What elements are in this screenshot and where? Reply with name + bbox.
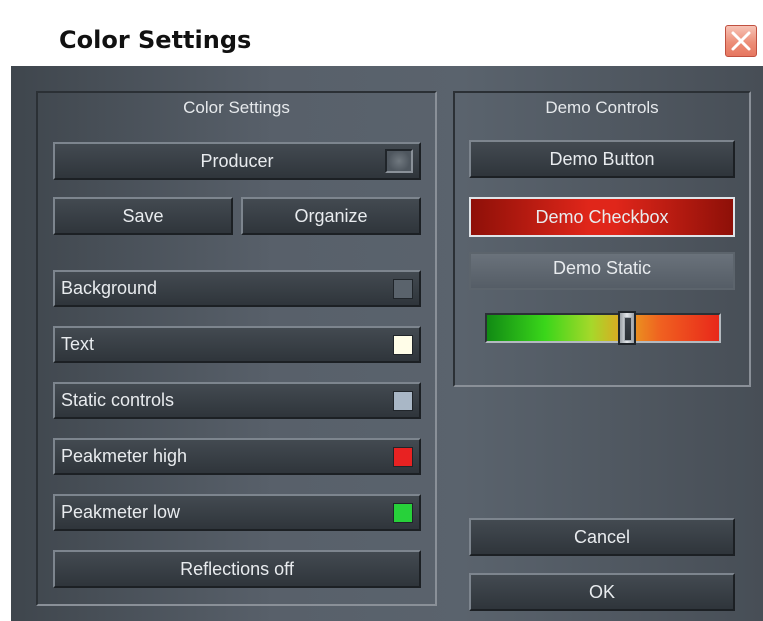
- color-settings-window: Color Settings Color Settings Producer S…: [11, 8, 763, 621]
- color-item-label: Peakmeter high: [61, 446, 188, 466]
- save-button[interactable]: Save: [53, 197, 233, 235]
- profile-dropdown-indicator[interactable]: [385, 149, 413, 173]
- organize-button[interactable]: Organize: [241, 197, 421, 235]
- demo-button[interactable]: Demo Button: [469, 140, 735, 178]
- color-item-static-controls[interactable]: Static controls: [53, 382, 421, 419]
- demo-static: Demo Static: [469, 252, 735, 290]
- dialog-client-area: Color Settings Producer Save Organize Ba…: [11, 66, 763, 621]
- cancel-button-label: Cancel: [573, 526, 631, 547]
- save-button-label: Save: [122, 205, 164, 226]
- profile-button[interactable]: Producer: [53, 142, 421, 180]
- color-settings-group-title: Color Settings: [183, 98, 290, 117]
- color-item-background[interactable]: Background: [53, 270, 421, 307]
- ok-button[interactable]: OK: [469, 573, 735, 611]
- color-item-label: Text: [61, 334, 95, 354]
- reflections-button-label: Reflections off: [180, 558, 294, 579]
- color-swatch: [393, 278, 413, 299]
- color-swatch: [393, 390, 413, 411]
- title-bar: Color Settings: [11, 8, 763, 66]
- demo-controls-group-title: Demo Controls: [545, 98, 659, 117]
- cancel-button[interactable]: Cancel: [469, 518, 735, 556]
- demo-checkbox-label: Demo Checkbox: [535, 206, 669, 227]
- color-item-peakmeter-high[interactable]: Peakmeter high: [53, 438, 421, 475]
- close-icon: [731, 31, 751, 51]
- demo-slider[interactable]: [485, 311, 721, 345]
- organize-button-label: Organize: [294, 205, 368, 226]
- close-button[interactable]: [725, 25, 757, 57]
- color-item-peakmeter-low[interactable]: Peakmeter low: [53, 494, 421, 531]
- demo-static-label: Demo Static: [552, 258, 652, 278]
- color-item-text[interactable]: Text: [53, 326, 421, 363]
- color-swatch: [393, 446, 413, 467]
- demo-button-label: Demo Button: [549, 148, 655, 169]
- color-item-label: Static controls: [61, 390, 175, 410]
- profile-button-label: Producer: [200, 150, 274, 171]
- color-swatch: [393, 502, 413, 523]
- demo-checkbox[interactable]: Demo Checkbox: [469, 197, 735, 237]
- window-title: Color Settings: [59, 26, 252, 54]
- color-item-label: Peakmeter low: [61, 502, 181, 522]
- reflections-button[interactable]: Reflections off: [53, 550, 421, 588]
- slider-thumb[interactable]: [617, 311, 636, 345]
- ok-button-label: OK: [588, 581, 615, 602]
- color-swatch: [393, 334, 413, 355]
- slider-track[interactable]: [485, 313, 721, 343]
- color-item-label: Background: [61, 278, 158, 298]
